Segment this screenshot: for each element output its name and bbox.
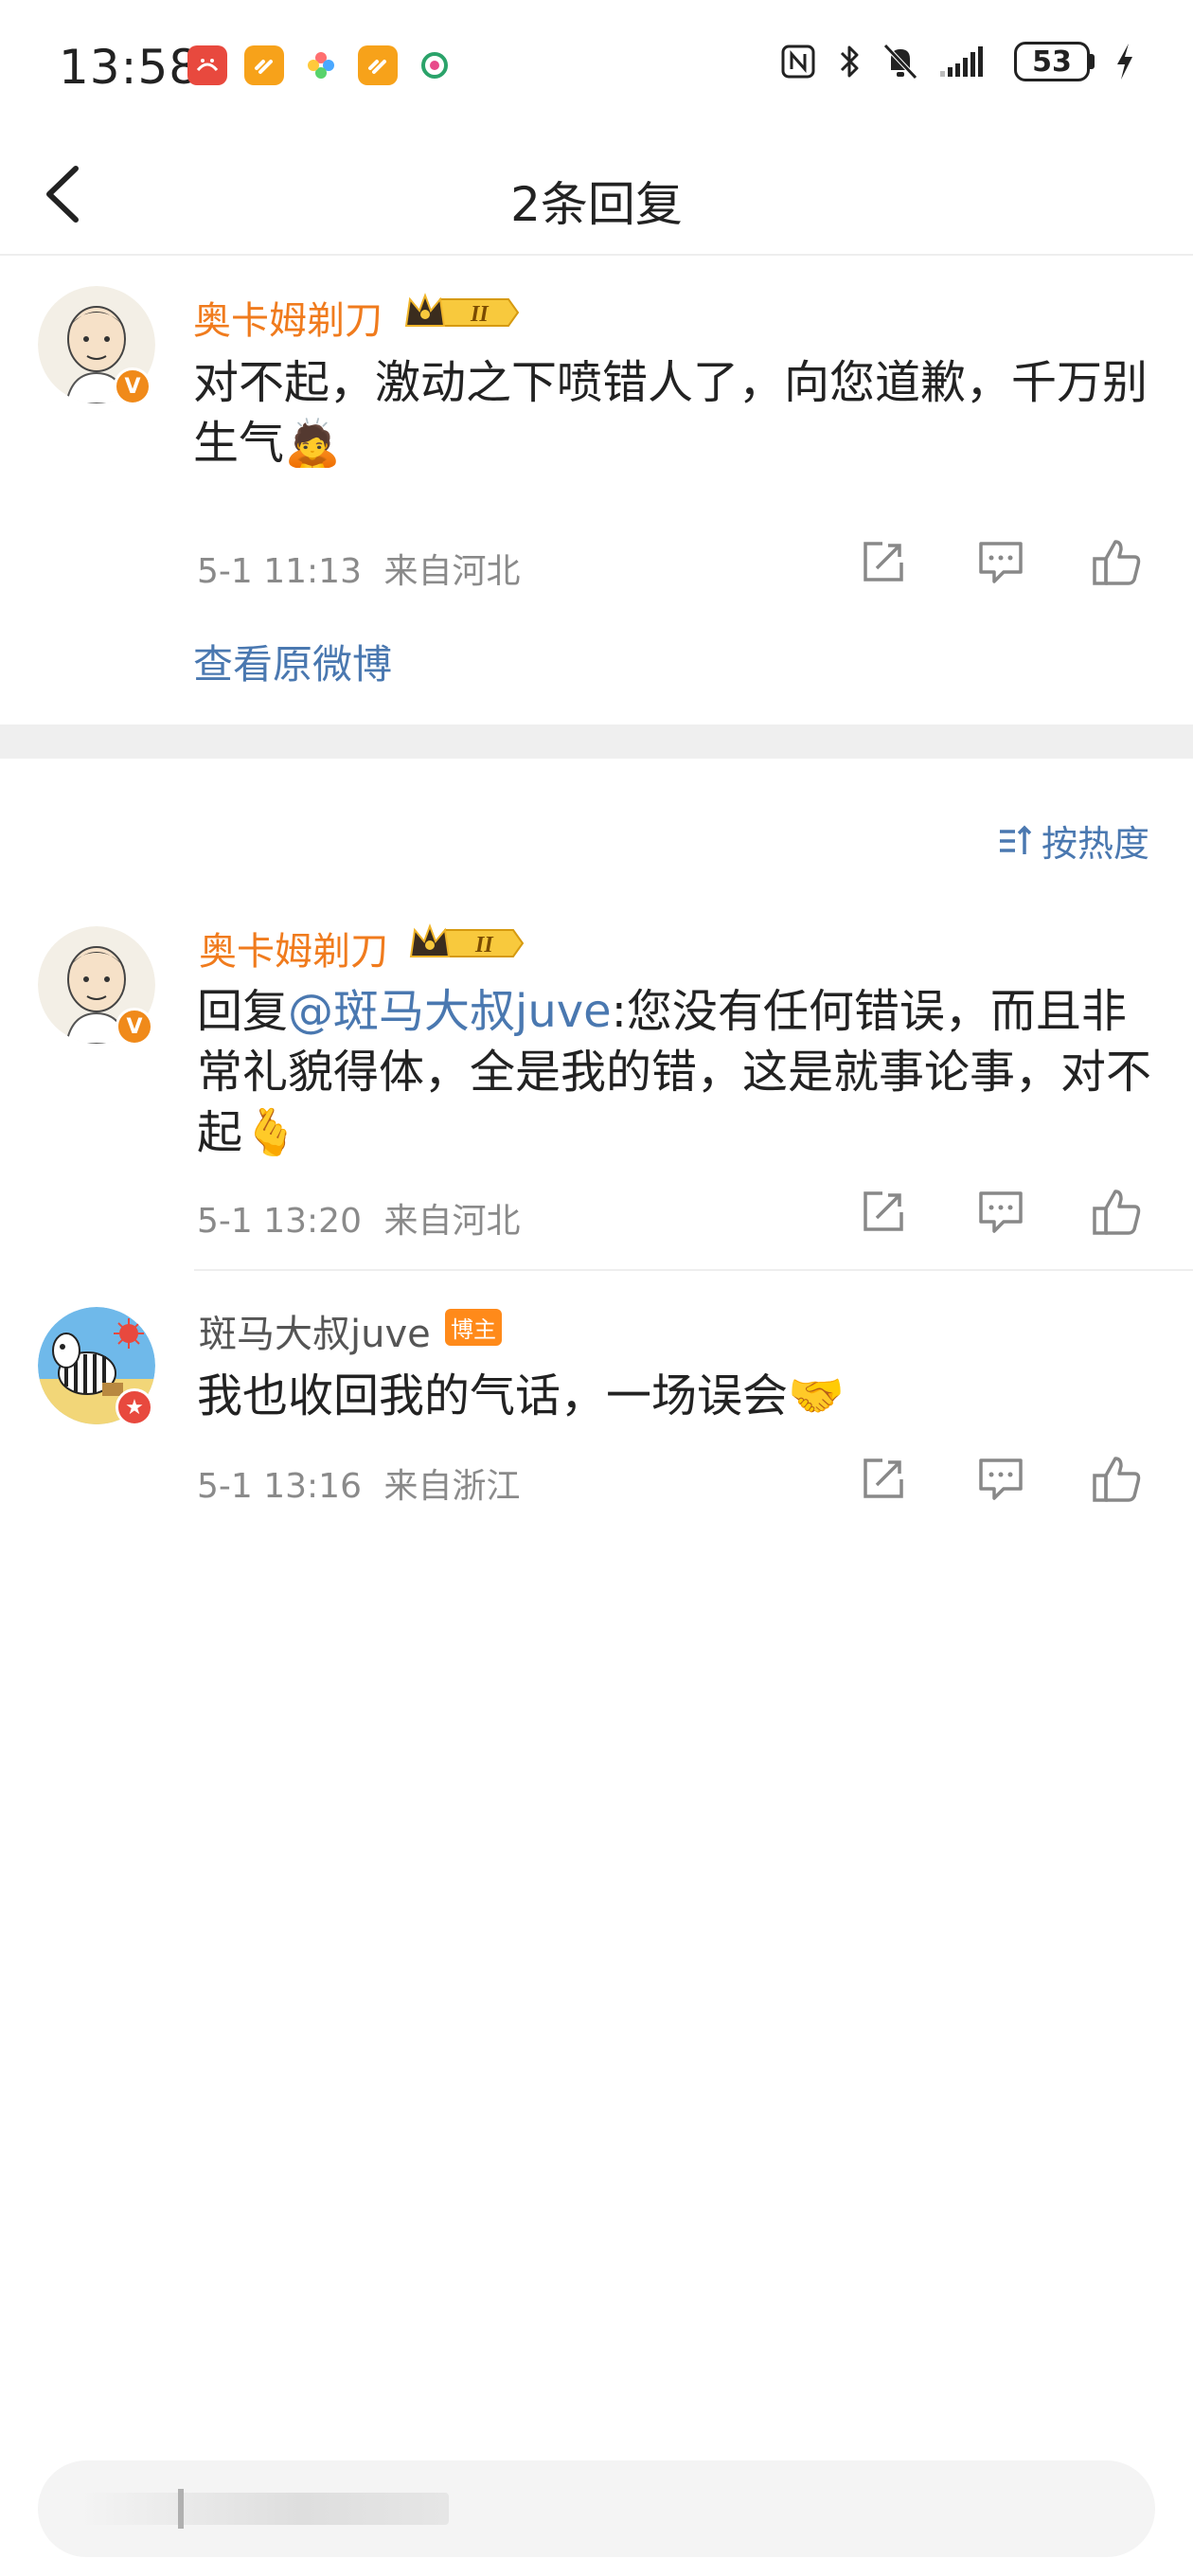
reply-time: 5-1 13:20	[197, 1202, 362, 1241]
sort-icon	[999, 825, 1032, 854]
app-red-icon	[187, 45, 227, 85]
share-icon	[864, 1191, 903, 1231]
reply-meta: 5-1 13:16 来自浙江	[197, 1458, 520, 1508]
vip-crown-icon[interactable]: II	[407, 921, 525, 970]
comment-icon	[979, 1191, 1023, 1233]
reply-location: 来自浙江	[383, 1467, 521, 1506]
verified-badge-icon: V	[114, 367, 151, 405]
status-bar: 13:58 53	[0, 0, 1193, 133]
mention-link[interactable]: @斑马大叔juve	[288, 985, 612, 1038]
red-verified-badge-icon: ★	[116, 1388, 153, 1426]
reply-input[interactable]	[38, 2460, 1155, 2557]
username[interactable]: 奥卡姆剃刀	[199, 921, 388, 975]
root-comment: V 奥卡姆剃刀 II 对不起，激动之下喷错人了，向您道歉，千万别生气🙇 5-1 …	[0, 256, 1193, 724]
reply-item: ★ 斑马大叔juve 博主 我也收回我的气话，一场误会🤝 5-1 13:16 来…	[0, 1288, 1193, 1534]
mute-icon	[883, 44, 917, 80]
comment-button[interactable]	[975, 1455, 1032, 1512]
author-badge: 博主	[445, 1309, 502, 1346]
view-original-link[interactable]: 查看原微博	[193, 633, 392, 690]
share-button[interactable]	[858, 1188, 915, 1244]
username[interactable]: 奥卡姆剃刀	[193, 290, 383, 345]
comment-button[interactable]	[975, 538, 1032, 595]
comment-location: 来自河北	[383, 552, 521, 591]
like-button[interactable]	[1091, 536, 1148, 593]
input-caret	[178, 2489, 184, 2529]
share-button[interactable]	[858, 1455, 915, 1512]
share-icon	[864, 542, 903, 581]
thumbs-up-icon	[1093, 1457, 1141, 1502]
system-icons: 53	[779, 42, 1136, 81]
vip-level: II	[474, 933, 494, 957]
verified-badge-icon: V	[116, 1008, 153, 1046]
username[interactable]: 斑马大叔juve	[199, 1303, 431, 1358]
comment-time: 5-1 11:13	[197, 552, 362, 591]
reply-divider	[194, 1269, 1193, 1271]
battery-level: 53	[1014, 42, 1090, 81]
reply-time: 5-1 13:16	[197, 1467, 362, 1506]
vip-level: II	[470, 302, 490, 327]
app-green-icon	[415, 45, 454, 85]
like-button[interactable]	[1091, 1453, 1148, 1510]
section-separator	[0, 724, 1193, 759]
notification-icons	[187, 45, 454, 85]
status-time: 13:58	[59, 40, 201, 95]
vip-crown-icon[interactable]: II	[402, 290, 521, 339]
input-placeholder	[80, 2493, 449, 2525]
signal-icon	[940, 46, 983, 77]
bluetooth-icon	[840, 45, 859, 78]
sort-label: 按热度	[1041, 823, 1149, 865]
share-icon	[864, 1458, 903, 1498]
app-flower-icon	[301, 45, 341, 85]
reply-prefix: 回复	[197, 985, 289, 1038]
nfc-icon	[781, 45, 815, 79]
app-orange-icon	[244, 45, 284, 85]
comment-icon	[979, 542, 1023, 583]
charging-icon	[1117, 44, 1132, 80]
reply-item: V 奥卡姆剃刀 II 回复@斑马大叔juve:您没有任何错误，而且非常礼貌得体，…	[0, 909, 1193, 1269]
page-title: 2条回复	[510, 177, 683, 232]
comment-content: 对不起，激动之下喷错人了，向您道歉，千万别生气🙇	[193, 356, 1148, 470]
thumbs-up-icon	[1093, 1190, 1141, 1235]
app-orange-icon-2	[358, 45, 398, 85]
thumbs-up-icon	[1093, 540, 1141, 585]
reply-content: 回复@斑马大叔juve:您没有任何错误，而且非常礼貌得体，全是我的错，这是就事论…	[197, 981, 1153, 1163]
reply-content: 我也收回我的气话，一场误会🤝	[197, 1369, 845, 1422]
sort-button[interactable]: 按热度	[996, 814, 1149, 867]
comment-icon	[979, 1458, 1023, 1500]
comment-button[interactable]	[975, 1188, 1032, 1244]
comment-meta: 5-1 11:13 来自河北	[197, 544, 520, 593]
reply-location: 来自河北	[383, 1202, 521, 1241]
page-header: 2条回复	[0, 133, 1193, 256]
share-button[interactable]	[858, 538, 915, 595]
like-button[interactable]	[1091, 1186, 1148, 1243]
reply-meta: 5-1 13:20 来自河北	[197, 1193, 520, 1243]
battery-icon: 53	[1014, 42, 1095, 81]
